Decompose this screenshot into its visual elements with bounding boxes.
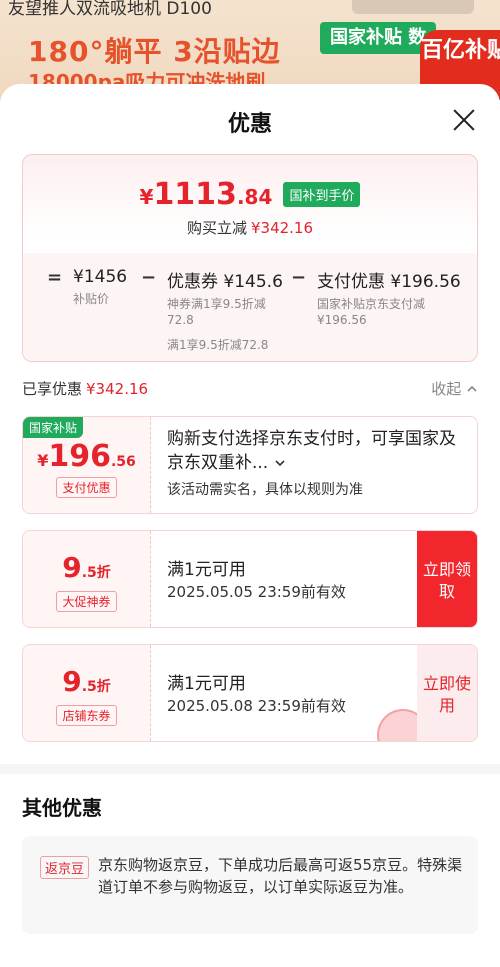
coupon-amount: ¥196.56 — [23, 439, 150, 474]
coupon-dec: .56 — [110, 454, 136, 470]
coupon-value: ¥145.6 — [223, 272, 283, 292]
equals-sign: = — [47, 267, 63, 288]
discount-int: 9 — [62, 665, 82, 698]
base-price-value: ¥1456 — [73, 267, 128, 287]
base-price-label: 补贴价 — [73, 292, 110, 306]
coupon-type: 店铺东券 — [23, 705, 150, 726]
discount-dec: .5折 — [81, 679, 111, 695]
minus-sign: − — [141, 267, 157, 288]
jingdou-tag: 返京豆 — [40, 856, 90, 879]
price-formula: = ¥1456 补贴价 − 优惠券 ¥145.6 神券满1享9.5折减72.8 … — [23, 253, 477, 361]
chevron-up-icon — [466, 380, 478, 398]
other-offer-card: 返京豆 京东购物返京豆，下单成功后最高可返55京豆。特殊渠道订单不参与购物返豆，… — [22, 836, 478, 934]
pay-value: ¥196.56 — [390, 272, 461, 292]
other-offer-text: 京东购物返京豆，下单成功后最高可返55京豆。特殊渠道订单不参与购物返豆，以订单实… — [98, 856, 463, 896]
close-icon[interactable] — [452, 108, 476, 132]
final-price-dec: .84 — [236, 185, 273, 209]
final-price: ¥1113.84 — [140, 177, 273, 212]
base-price-col: ¥1456 补贴价 — [73, 267, 127, 307]
pay-label: 支付优惠 — [317, 272, 385, 292]
coupon-label: 优惠券 — [167, 272, 218, 292]
other-offers-title: 其他优惠 — [22, 796, 102, 820]
coupon-card-promo: 9.5折 大促神券 满1元可用 2025.05.05 23:59前有效 立即领取 — [22, 530, 478, 628]
coupon-type: 支付优惠 — [23, 477, 150, 498]
coupon-validity: 2025.05.08 23:59前有效 — [167, 697, 346, 715]
section-divider — [0, 764, 500, 774]
discount-dec: .5折 — [81, 565, 111, 581]
enjoyed-row: 已享优惠 ¥342.16 — [22, 378, 148, 399]
final-price-currency: ¥ — [139, 185, 154, 209]
coupon-type-label: 支付优惠 — [56, 477, 117, 498]
coupon-condition: 满1元可用 — [167, 560, 246, 580]
final-price-int: 1113 — [153, 177, 237, 212]
gov-subsidy-badge: 国家补贴 数 — [320, 22, 437, 54]
product-title-line: 友望推人双流吸地机 D100 — [8, 0, 212, 19]
gov-price-tag: 国补到手价 — [283, 182, 361, 207]
coupon-left: 国家补贴 ¥196.56 支付优惠 — [23, 417, 151, 513]
coupon-left: 9.5折 店铺东券 — [23, 645, 151, 741]
sheet-title: 优惠 — [227, 112, 272, 137]
coupon-int: 196 — [48, 439, 111, 474]
coupon-sub2: 满1享9.5折减72.8 — [167, 338, 269, 352]
use-now-button[interactable]: 立即使用 — [417, 645, 477, 741]
enjoyed-label: 已享优惠 — [22, 380, 83, 398]
pay-sub: 国家补贴京东支付减¥196.56 — [317, 297, 426, 327]
pay-col: 支付优惠 ¥196.56 国家补贴京东支付减¥196.56 — [317, 267, 467, 328]
price-summary-card: ¥1113.84 国补到手价 购买立减 ¥342.16 = ¥1456 补贴价 −… — [22, 154, 478, 362]
coupon-type-label: 店铺东券 — [56, 705, 117, 726]
reduce-row: 购买立减 ¥342.16 — [23, 217, 477, 238]
coupon-discount: 9.5折 — [23, 551, 150, 584]
pay-main: 支付优惠 ¥196.56 — [317, 267, 467, 292]
discount-int: 9 — [62, 551, 82, 584]
collapse-label: 收起 — [431, 380, 462, 398]
coupon-currency: ¥ — [37, 451, 49, 470]
coupon-desc-text: 购新支付选择京东支付时，可享国家及京东双重补... — [167, 429, 456, 473]
coupon-card-payment[interactable]: 国家补贴 ¥196.56 支付优惠 购新支付选择京东支付时，可享国家及京东双重补… — [22, 416, 478, 514]
reduce-label: 购买立减 — [186, 219, 247, 237]
sheet-header: 优惠 — [0, 84, 500, 156]
claim-now-button[interactable]: 立即领取 — [417, 531, 477, 627]
coupon-note: 该活动需实名，具体以规则为准 — [167, 482, 363, 498]
enjoyed-amount: ¥342.16 — [86, 380, 149, 398]
coupon-discount: 9.5折 — [23, 665, 150, 698]
coupon-type: 大促神券 — [23, 591, 150, 612]
coupon-validity: 2025.05.05 23:59前有效 — [167, 583, 346, 601]
coupon-main: 优惠券 ¥145.6 — [167, 267, 287, 292]
coupon-col: 优惠券 ¥145.6 神券满1享9.5折减72.8 满1享9.5折减72.8 — [167, 267, 287, 353]
reduce-amount: ¥342.16 — [250, 219, 314, 237]
coupon-desc[interactable]: 购新支付选择京东支付时，可享国家及京东双重补... — [167, 427, 467, 475]
coupon-left: 9.5折 大促神券 — [23, 531, 151, 627]
gov-corner-tag: 国家补贴 — [23, 417, 84, 438]
discount-sheet: 优惠 ¥1113.84 国补到手价 购买立减 ¥342.16 = ¥1456 补贴… — [0, 84, 500, 967]
collapse-button[interactable]: 收起 — [431, 378, 478, 399]
final-price-row: ¥1113.84 国补到手价 — [23, 177, 477, 212]
coupon-right: 购新支付选择京东支付时，可享国家及京东双重补... 该活动需实名，具体以规则为准 — [167, 417, 477, 513]
chevron-down-icon — [274, 453, 286, 473]
coupon-sub: 神券满1享9.5折减72.8 — [167, 297, 266, 327]
banner-headline: 180°躺平 3沿贴边 — [28, 35, 281, 68]
coupon-card-store: 9.5折 店铺东券 满1元可用 2025.05.08 23:59前有效 立即使用 — [22, 644, 478, 742]
coupon-type-label: 大促神券 — [56, 591, 117, 612]
minus-sign: − — [291, 267, 307, 288]
coupon-condition: 满1元可用 — [167, 674, 246, 694]
top-action-bar — [352, 0, 474, 14]
